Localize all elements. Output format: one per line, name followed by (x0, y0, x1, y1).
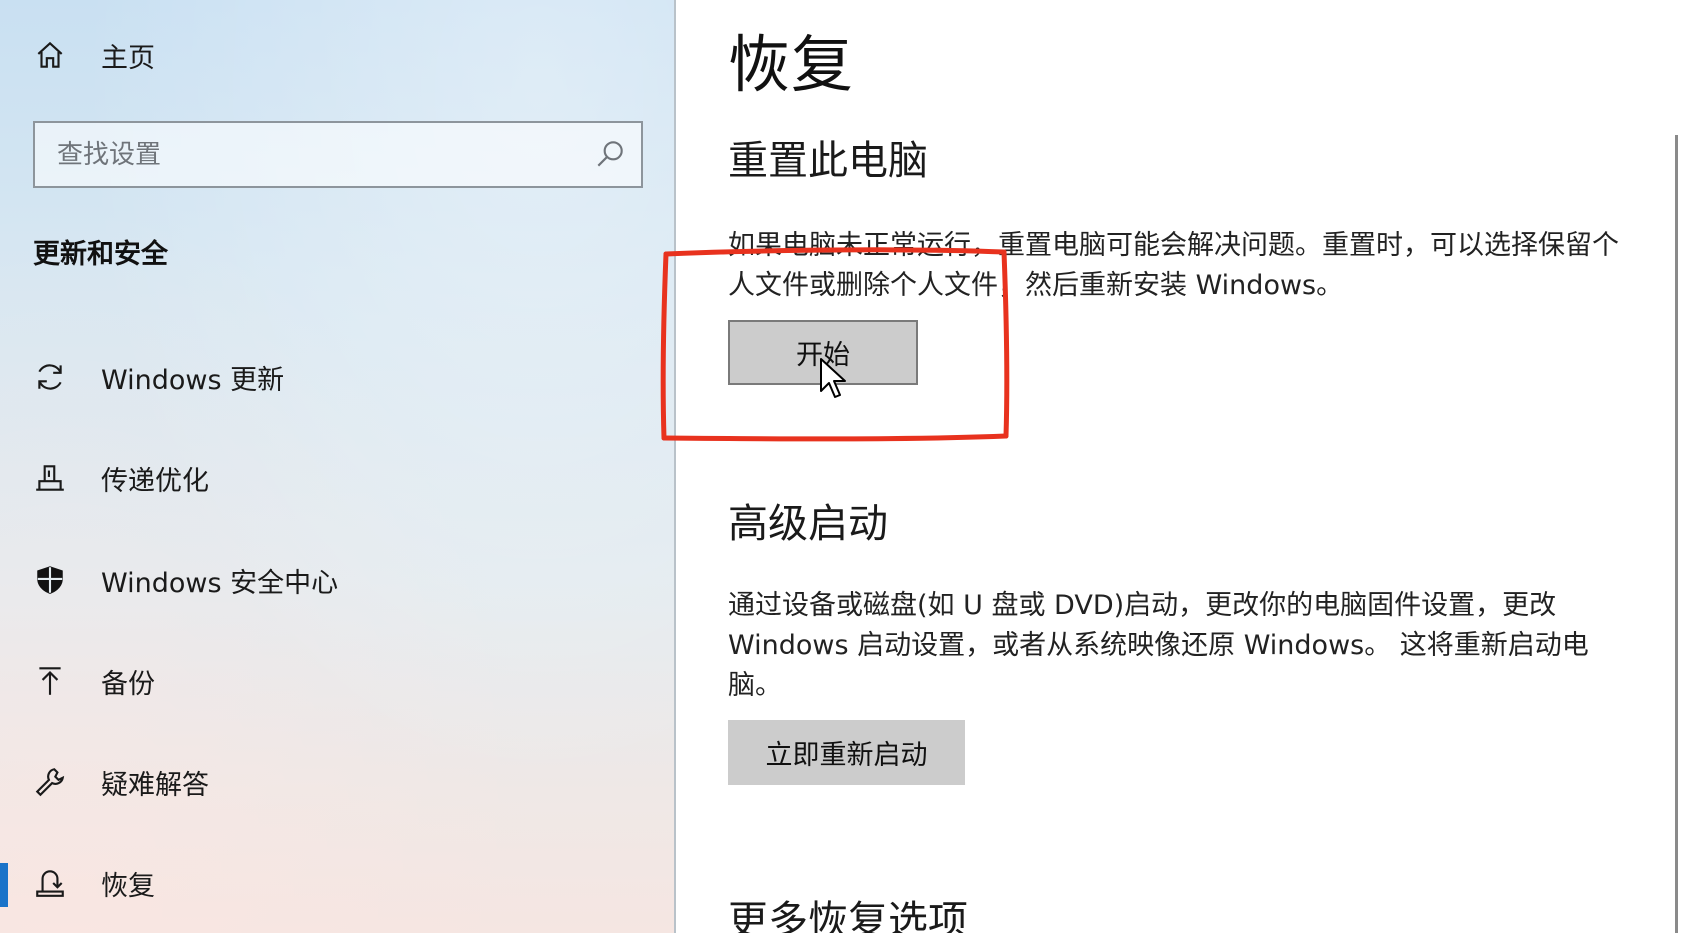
settings-window: 主页 更新和安全 Windows 更新 (0, 0, 1688, 933)
reset-pc-heading: 重置此电脑 (728, 138, 928, 184)
reset-start-button[interactable]: 开始 (728, 320, 918, 385)
active-indicator (0, 863, 8, 907)
sidebar-item-windows-update[interactable]: Windows 更新 (0, 337, 674, 417)
sync-icon (32, 359, 68, 395)
sidebar-item-label: Windows 安全中心 (101, 567, 339, 599)
delivery-optimization-icon (32, 460, 68, 496)
sidebar-item-label: Windows 更新 (101, 364, 285, 396)
search-input[interactable] (35, 123, 641, 186)
home-icon (32, 37, 68, 73)
advanced-startup-description: 通过设备或磁盘(如 U 盘或 DVD)启动，更改你的电脑固件设置，更改 Wind… (728, 590, 1589, 701)
sidebar-item-recovery[interactable]: 恢复 (0, 843, 674, 923)
sidebar: 主页 更新和安全 Windows 更新 (0, 0, 676, 933)
sidebar-item-label: 恢复 (101, 870, 155, 902)
more-recovery-options-heading: 更多恢复选项 (728, 898, 968, 933)
wrench-icon (32, 764, 68, 800)
sidebar-item-label: 传递优化 (101, 465, 209, 497)
page-title: 恢复 (728, 28, 855, 101)
reset-pc-description: 如果电脑未正常运行，重置电脑可能会解决问题。重置时，可以选择保留个人文件或删除个… (728, 230, 1619, 301)
upload-arrow-icon (32, 663, 68, 699)
sidebar-item-backup[interactable]: 备份 (0, 641, 674, 721)
recovery-icon (32, 865, 68, 901)
sidebar-item-delivery-optimization[interactable]: 传递优化 (0, 438, 674, 518)
search-icon[interactable] (593, 137, 627, 171)
nav-home[interactable]: 主页 (0, 22, 674, 88)
search-box (33, 121, 643, 188)
nav-home-label: 主页 (101, 42, 155, 74)
sidebar-item-troubleshoot[interactable]: 疑难解答 (0, 742, 674, 822)
sidebar-item-label: 备份 (101, 668, 155, 700)
main-content: 恢复 重置此电脑 如果电脑未正常运行，重置电脑可能会解决问题。重置时，可以选择保… (676, 0, 1688, 933)
restart-now-button[interactable]: 立即重新启动 (728, 720, 965, 785)
advanced-startup-heading: 高级启动 (728, 501, 888, 547)
section-header: 更新和安全 (33, 239, 168, 270)
shield-icon (32, 562, 68, 598)
sidebar-item-label: 疑难解答 (101, 769, 209, 801)
sidebar-item-windows-security[interactable]: Windows 安全中心 (0, 540, 674, 620)
scrollbar[interactable] (1675, 135, 1678, 933)
